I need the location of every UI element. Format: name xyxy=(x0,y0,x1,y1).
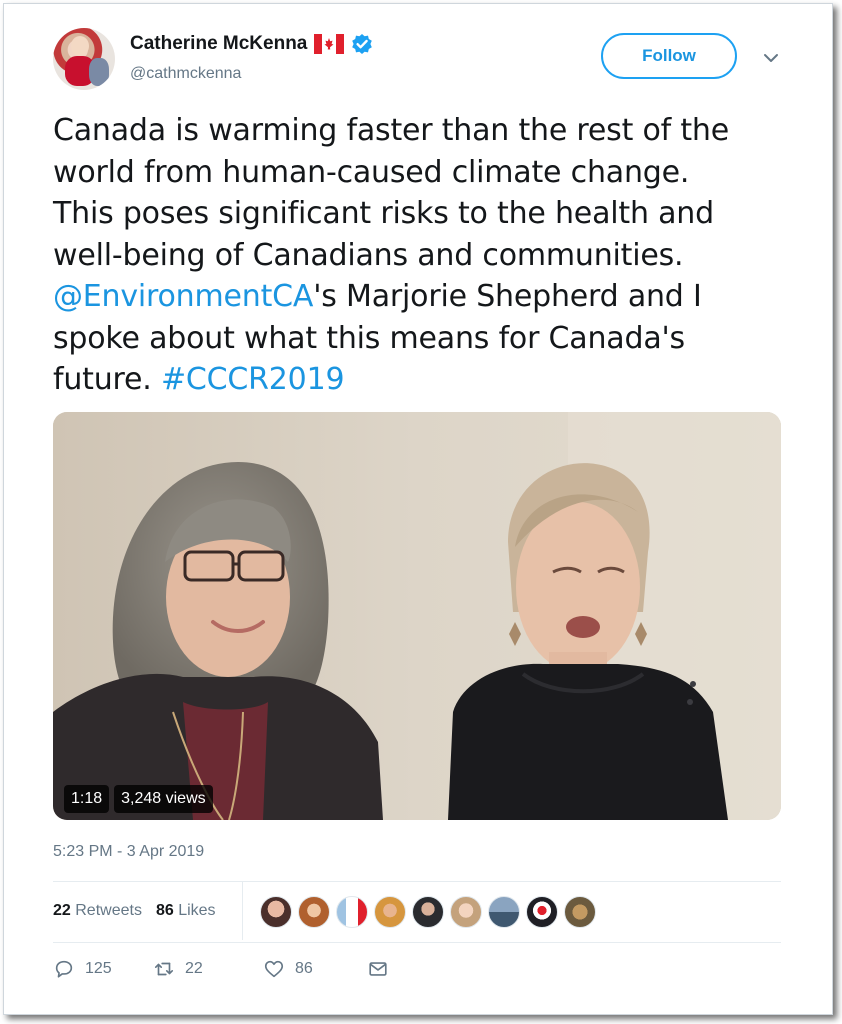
liker-avatar[interactable] xyxy=(336,896,368,928)
chevron-down-icon[interactable] xyxy=(762,50,780,64)
tweet-line: well-being of Canadians and communities. xyxy=(53,237,684,273)
liker-avatar[interactable] xyxy=(450,896,482,928)
tweet-line: Canada is warming faster than the rest o… xyxy=(53,113,729,148)
video-duration: 1:18 xyxy=(64,785,110,813)
tweet-fragment: 's Marjorie Shepherd and I xyxy=(313,279,702,314)
canada-flag-icon xyxy=(314,34,345,54)
video-player[interactable] xyxy=(53,412,781,820)
tweet-line: future. #CCCR2019 xyxy=(53,359,793,401)
video-info: 1:18 3,248 views xyxy=(64,784,213,814)
like-action[interactable]: 86 xyxy=(263,958,367,980)
divider xyxy=(242,882,243,940)
tweet-line: spoke about what this means for Canada's xyxy=(53,320,685,356)
tweet-text: Canada is warming faster than the rest o… xyxy=(53,110,793,401)
hashtag-link[interactable]: #CCCR2019 xyxy=(161,362,345,397)
envelope-icon xyxy=(369,962,387,976)
retweet-action[interactable]: 22 xyxy=(153,958,263,980)
divider xyxy=(53,942,781,943)
heart-icon xyxy=(264,960,284,978)
retweets-label: Retweets xyxy=(75,902,142,919)
author-handle[interactable]: @cathmckenna xyxy=(130,65,241,83)
tweet-fragment: future. xyxy=(53,362,161,397)
follow-button[interactable]: Follow xyxy=(601,33,737,79)
reply-icon xyxy=(55,960,73,978)
tweet-line: @EnvironmentCA's Marjorie Shepherd and I xyxy=(53,276,793,318)
likes-stat[interactable]: 86 Likes xyxy=(156,902,216,920)
author-name-row: Catherine McKenna xyxy=(130,33,373,55)
like-count: 86 xyxy=(295,960,313,977)
liker-avatar[interactable] xyxy=(260,896,292,928)
divider xyxy=(53,881,781,882)
retweet-icon xyxy=(154,962,174,976)
direct-message-action[interactable] xyxy=(367,958,389,980)
reply-count: 125 xyxy=(85,960,112,977)
retweets-stat[interactable]: 22 Retweets xyxy=(53,902,142,920)
tweet-line: This poses significant risks to the heal… xyxy=(53,196,714,231)
verified-badge-icon xyxy=(351,33,373,55)
liker-avatar[interactable] xyxy=(374,896,406,928)
video-views: 3,248 views xyxy=(114,785,213,813)
retweets-count: 22 xyxy=(53,902,71,919)
tweet-actions: 125 22 86 xyxy=(53,958,389,980)
likes-count: 86 xyxy=(155,902,174,919)
tweet-line: world from human-caused climate change. xyxy=(53,154,690,190)
engagement-stats: 22 Retweets 86 Likes xyxy=(53,902,216,920)
liker-avatar[interactable] xyxy=(412,896,444,928)
liker-avatars xyxy=(260,896,596,928)
tweet-timestamp[interactable]: 5:23 PM - 3 Apr 2019 xyxy=(53,843,204,861)
liker-avatar[interactable] xyxy=(526,896,558,928)
retweet-count: 22 xyxy=(185,960,203,977)
likes-label: Likes xyxy=(178,902,216,919)
video-frame xyxy=(53,412,781,820)
reply-action[interactable]: 125 xyxy=(53,958,153,980)
mention-link[interactable]: @EnvironmentCA xyxy=(53,279,313,314)
liker-avatar[interactable] xyxy=(564,896,596,928)
liker-avatar[interactable] xyxy=(298,896,330,928)
liker-avatar[interactable] xyxy=(488,896,520,928)
author-name[interactable]: Catherine McKenna xyxy=(130,33,307,55)
author-avatar[interactable] xyxy=(53,28,115,90)
